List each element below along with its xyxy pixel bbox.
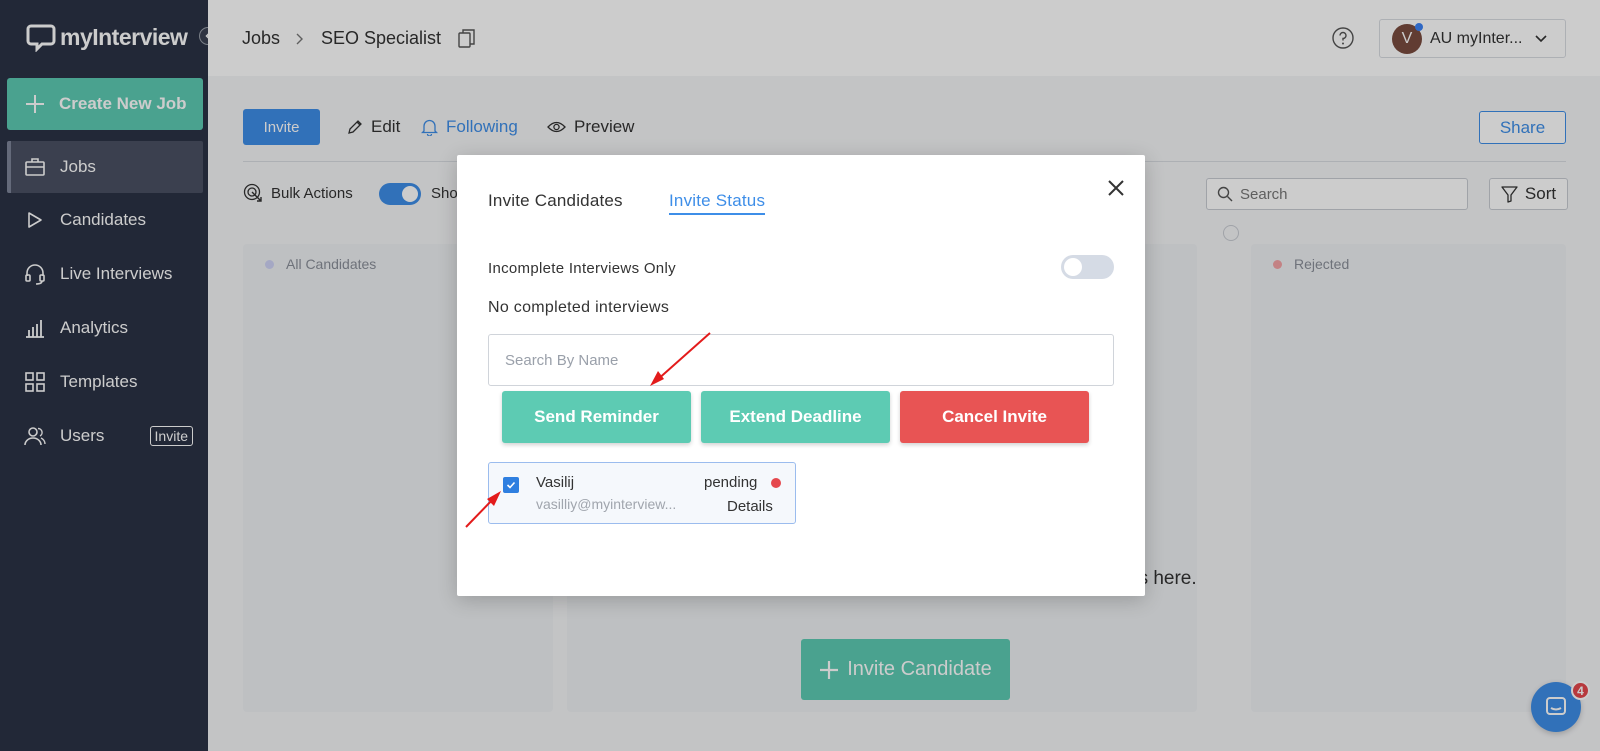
annotation-arrow-send-reminder bbox=[650, 332, 711, 386]
annotation-arrows bbox=[465, 332, 711, 528]
annotation-arrow-checkbox bbox=[465, 491, 501, 528]
